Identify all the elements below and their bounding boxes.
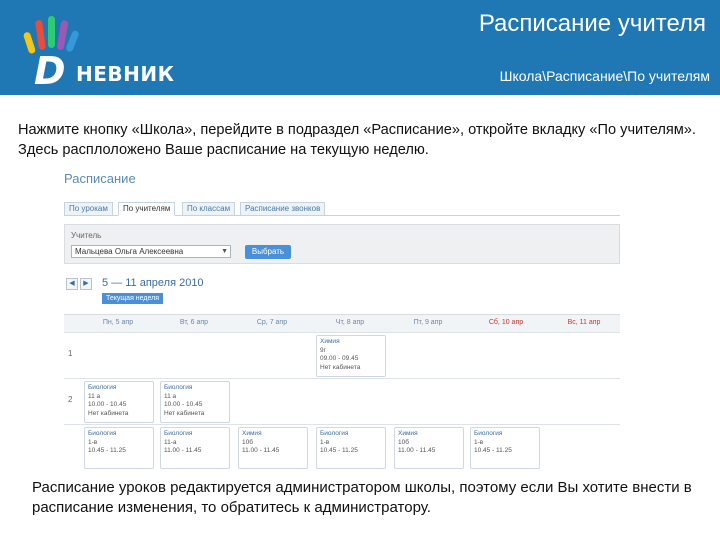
lesson-card[interactable]: Биология 11 а 10.00 - 10.45 Нет кабинета xyxy=(160,381,230,423)
lesson-subject: Химия xyxy=(242,430,262,437)
day-header: Сб, 10 апр xyxy=(488,319,524,326)
tab-by-classes[interactable]: По классам xyxy=(182,202,236,216)
lesson-time: 10.45 - 11.25 xyxy=(320,447,358,454)
lesson-subject: Биология xyxy=(164,430,193,437)
lesson-subject: Биология xyxy=(164,384,193,391)
week-range: 5 — 11 апреля 2010 xyxy=(102,277,204,289)
lesson-card[interactable]: Биология 1-в 10.45 - 11.25 xyxy=(470,427,540,469)
lesson-subject: Биология xyxy=(88,384,117,391)
teacher-selected-value: Мальцева Ольга Алексеевна xyxy=(75,247,184,256)
arrow-right-icon[interactable]: ▶ xyxy=(80,278,92,290)
logo-word: НЕВНИК xyxy=(76,62,175,86)
slide-title: Расписание учителя xyxy=(478,10,706,37)
lesson-time: 10.00 - 10.45 xyxy=(164,401,203,408)
lesson-subject: Биология xyxy=(320,430,349,437)
lesson-class: 10б xyxy=(398,438,409,446)
dnevnik-logo[interactable]: D НЕВНИК xyxy=(20,14,190,90)
teacher-select[interactable]: Мальцева Ольга Алексеевна ▼ xyxy=(71,245,231,258)
current-week-button[interactable]: Текущая неделя xyxy=(102,293,164,304)
select-button[interactable]: Выбрать xyxy=(245,245,291,259)
lesson-class: 11-а xyxy=(164,438,177,446)
breadcrumb: Школа\Расписание\По учителям xyxy=(499,68,710,84)
lesson-class: 11 а xyxy=(164,392,177,400)
lesson-number: 1 xyxy=(68,349,73,358)
tab-by-lessons[interactable]: По урокам xyxy=(64,202,113,216)
lesson-card[interactable]: Биология 11 а 10.00 - 10.45 Нет кабинета xyxy=(84,381,154,423)
lesson-card[interactable]: Биология 11-а 11.00 - 11.45 xyxy=(160,427,230,469)
day-header: Чт, 8 апр xyxy=(335,319,365,326)
header-bar: D НЕВНИК Расписание учителя Школа\Распис… xyxy=(0,0,720,95)
schedule-title: Расписание xyxy=(64,171,136,186)
schedule-screenshot: Расписание По урокам По учителям По клас… xyxy=(64,168,620,469)
lesson-class: 1-в xyxy=(88,438,98,446)
lesson-class: 11 а xyxy=(88,392,101,400)
lesson-time: 11.00 - 11.45 xyxy=(398,447,436,454)
lesson-time: 10.00 - 10.45 xyxy=(88,401,127,408)
lesson-time: 09.00 - 09.45 xyxy=(320,355,359,362)
arrow-left-icon[interactable]: ◀ xyxy=(66,278,78,290)
day-header: Вс, 11 апр xyxy=(567,319,601,326)
lesson-card[interactable]: Биология 1-в 10.45 - 11.25 xyxy=(84,427,154,469)
teacher-label: Учитель xyxy=(71,231,102,240)
day-header: Пн, 5 апр xyxy=(102,319,134,326)
tab-by-teachers[interactable]: По учителям xyxy=(118,202,176,216)
teacher-filter: Учитель Мальцева Ольга Алексеевна ▼ Выбр… xyxy=(64,224,620,264)
lesson-class: 9г xyxy=(320,346,326,354)
schedule-grid: Пн, 5 апр Вт, 6 апр Ср, 7 апр Чт, 8 апр … xyxy=(64,314,620,469)
day-header: Пт, 9 апр xyxy=(413,319,443,326)
lesson-row: 2 Биология 11 а 10.00 - 10.45 Нет кабине… xyxy=(64,378,620,424)
lesson-number: 2 xyxy=(68,395,73,404)
lesson-time: 11.00 - 11.45 xyxy=(242,447,280,454)
day-header-row: Пн, 5 апр Вт, 6 апр Ср, 7 апр Чт, 8 апр … xyxy=(64,314,620,332)
logo-letter: D xyxy=(34,49,66,93)
day-header: Вт, 6 апр xyxy=(179,319,209,326)
chevron-down-icon: ▼ xyxy=(221,248,228,255)
lesson-card[interactable]: Химия 10б 11.00 - 11.45 xyxy=(394,427,464,469)
lesson-row: Биология 1-в 10.45 - 11.25 Биология 11-а… xyxy=(64,424,620,469)
lesson-card[interactable]: Химия 10б 11.00 - 11.45 xyxy=(238,427,308,469)
lesson-room: Нет кабинета xyxy=(320,363,361,371)
lesson-subject: Биология xyxy=(474,430,503,437)
lesson-subject: Биология xyxy=(88,430,117,437)
day-header: Ср, 7 апр xyxy=(256,319,288,326)
lesson-row: 1 Химия 9г 09.00 - 09.45 Нет кабинета xyxy=(64,332,620,378)
week-nav: ◀ ▶ xyxy=(66,278,94,290)
lesson-subject: Химия xyxy=(320,338,340,345)
footer-text: Расписание уроков редактируется админист… xyxy=(32,479,692,516)
lesson-time: 10.45 - 11.25 xyxy=(474,447,512,454)
lesson-class: 10б xyxy=(242,438,253,446)
lesson-card[interactable]: Химия 9г 09.00 - 09.45 Нет кабинета xyxy=(316,335,386,377)
lesson-subject: Химия xyxy=(398,430,418,437)
tab-bell-schedule[interactable]: Расписание звонков xyxy=(240,202,326,216)
lesson-room: Нет кабинета xyxy=(88,409,129,417)
lesson-class: 1-в xyxy=(474,438,484,446)
lesson-room: Нет кабинета xyxy=(164,409,205,417)
instruction-text: Нажмите кнопку «Школа», перейдите в подр… xyxy=(18,122,696,158)
lesson-time: 11.00 - 11.45 xyxy=(164,447,202,454)
lesson-card[interactable]: Биология 1-в 10.45 - 11.25 xyxy=(316,427,386,469)
schedule-tabs: По урокам По учителям По классам Расписа… xyxy=(64,202,620,216)
lesson-time: 10.45 - 11.25 xyxy=(88,447,126,454)
lesson-class: 1-в xyxy=(320,438,330,446)
